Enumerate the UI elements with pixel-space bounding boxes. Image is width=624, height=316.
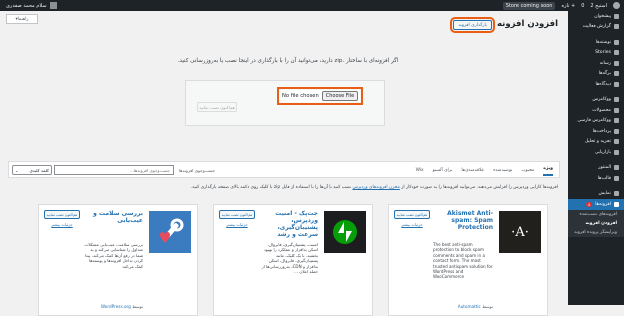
page-icon [614,71,619,77]
sidebar-item-posts[interactable]: نوشته‌ها [568,37,624,48]
plugin-description: The best anti-spam protection to block s… [433,242,493,280]
search-plugins-label: جست‌وجوی افزونه‌ها [179,167,216,173]
admin-bar-left[interactable]: سلام محمد صفدری [6,0,57,11]
main-content: راهنما ▾ افزودن افزونه بارگذاری افزونه اگ… [0,11,568,316]
chevron-down-icon: ▾ [15,16,18,22]
plugin-name-link[interactable]: جت‌پک - امنیت وردپرس، پشتیبان‌گیری، سرعت… [258,210,318,238]
upload-plugin-button[interactable]: بارگذاری افزونه [450,17,495,33]
help-tab-button[interactable]: راهنما ▾ [6,14,38,24]
plugin-updates-count-badge: 4 [585,201,593,207]
submenu-add-plugin[interactable]: افزودن افزونه [568,219,624,228]
file-input[interactable]: No file chosen Choose File [276,87,364,105]
tab-popular[interactable]: محبوب [521,168,534,173]
sidebar-item-products[interactable]: محصولات [568,105,624,116]
install-now-button[interactable]: هم‌اکنون نصب نمایید [44,210,80,219]
site-name-link[interactable]: استیج 2 [590,3,607,9]
install-now-button[interactable]: هم‌اکنون نصب نمایید [219,210,255,219]
plugin-description: بررسی سلامت، عیب‌یابی مشکلات متداول را ش… [84,242,143,269]
install-now-button[interactable]: هم‌اکنون نصب نمایید [197,102,237,112]
tab-favorites[interactable]: علاقه‌مندی‌ها [461,168,484,173]
jetpack-logo-icon [333,220,357,244]
dashboard-icon [614,13,619,19]
products-icon [614,107,619,113]
tab-wix[interactable]: Wix [416,168,424,173]
new-content-link[interactable]: + تازه [561,3,575,9]
sidebar-item-dashboard[interactable]: پیشخوان [568,11,624,22]
payments-icon [614,128,619,134]
sidebar-item-media[interactable]: رسانه [568,58,624,69]
choose-file-button[interactable]: Choose File [321,91,359,101]
plugin-search: کلمه کلیدی ⌄ جست‌وجوی افزونه‌ها [12,165,215,175]
sidebar-item-comments[interactable]: دیدگاه‌ها [568,79,624,90]
sidebar-item-woocommerce[interactable]: ووکامرس [568,95,624,106]
plugin-filter-tabs: ویژه محبوب توصیه‌شده علاقه‌مندی‌ها برای … [416,162,553,179]
sidebar-item-analytics[interactable]: تجزیه و تحلیل [568,137,624,148]
admin-bar: استیج 2 0 + تازه Store coming soon سلام … [0,0,624,11]
sidebar-item-stories[interactable]: Stories [568,48,624,59]
health-check-logo-icon [160,218,184,243]
sidebar-item-activity-report[interactable]: گزارش فعالیت [568,22,624,33]
submenu-plugin-file-editor[interactable]: ویرایشگر پرونده افزونه [568,228,624,237]
sidebar-item-appearance[interactable]: نمایش [568,189,624,200]
page-title: افزودن افزونه [496,19,558,29]
plugin-icon [614,201,619,207]
sidebar-item-elementor[interactable]: المنتور [568,163,624,174]
plugin-description: امنیت، پشتیبان‌گیری، فایروال، اسکن بدافز… [261,242,318,275]
stories-icon [614,50,619,56]
plugin-name-link[interactable]: بررسی سلامت و عیب‌یابی [83,210,143,224]
tab-recommended[interactable]: توصیه‌شده [493,168,512,173]
akismet-icon[interactable]: ·A· [499,211,541,253]
plugin-card-health-check: بررسی سلامت و عیب‌یابی هم‌اکنون نصب نمای… [38,204,198,316]
user-avatar [49,2,57,9]
plugin-actions: هم‌اکنون نصب نمایید جزئیات بیشتر [393,210,431,227]
tab-featured[interactable]: ویژه [543,166,553,176]
plugin-cards: ·A· Akismet Anti-spam: Spam Protection ه… [33,204,548,316]
submenu-installed-plugins[interactable]: افزونه‌های نصب‌شده [568,210,624,219]
plugins-submenu: افزونه‌های نصب‌شده افزودن افزونه ویرایشگ… [568,209,624,237]
activity-icon [614,24,619,30]
plugin-actions: هم‌اکنون نصب نمایید جزئیات بیشتر [43,210,81,227]
user-greeting: سلام محمد صفدری [6,2,47,9]
woocommerce-icon [614,97,619,103]
sidebar-item-templates[interactable]: قالب‌ها [568,173,624,184]
wrench-heart-icon[interactable] [149,211,191,253]
plugin-filter-bar: ویژه محبوب توصیه‌شده علاقه‌مندی‌ها برای … [8,161,560,178]
admin-bar-right: استیج 2 0 + تازه Store coming soon [502,0,620,11]
wordpress-logo-icon[interactable] [613,2,620,9]
analytics-icon [614,139,619,145]
plugin-card-jetpack: جت‌پک - امنیت وردپرس، پشتیبان‌گیری، سرعت… [213,204,373,316]
more-details-link[interactable]: جزئیات بیشتر [401,222,422,227]
plugin-actions: هم‌اکنون نصب نمایید جزئیات بیشتر [218,210,256,227]
pin-icon [614,39,619,45]
more-details-link[interactable]: جزئیات بیشتر [226,222,247,227]
install-now-button[interactable]: هم‌اکنون نصب نمایید [394,210,430,219]
sidebar-item-pages[interactable]: برگه‌ها [568,69,624,80]
sidebar-item-payments[interactable]: پرداخت‌ها [568,126,624,137]
plugin-directory-link[interactable]: مخزن افزونه‌های وردپرس [352,185,399,190]
sidebar-item-plugins[interactable]: افزونه‌ها 4 [568,199,624,210]
chevron-down-icon: ⌄ [15,167,19,173]
file-input-status: No file chosen [282,93,319,99]
elementor-icon [614,165,619,171]
comments-count[interactable]: 0 [581,3,584,9]
brush-icon [614,191,619,197]
jetpack-bolt-icon[interactable] [324,211,366,253]
store-status-badge[interactable]: Store coming soon [502,1,556,10]
more-details-link[interactable]: جزئیات بیشتر [51,222,72,227]
templates-icon [614,175,619,181]
plugin-name-link[interactable]: Akismet Anti-spam: Spam Protection [433,210,493,231]
tab-for-alsno[interactable]: برای آلسنو [433,168,453,173]
media-icon [614,60,619,66]
sidebar-item-marketing[interactable]: بازاریابی [568,147,624,158]
megaphone-icon [614,149,619,155]
plugin-card-akismet: ·A· Akismet Anti-spam: Spam Protection ه… [388,204,548,316]
search-plugins-input[interactable] [54,165,174,175]
sidebar-item-woocommerce-persian[interactable]: ووکامرس فارسی [568,116,624,127]
persian-woocommerce-icon [614,118,619,124]
admin-sidebar: پیشخوان گزارش فعالیت نوشته‌ها Stories رس… [568,11,624,305]
comment-icon [614,81,619,87]
upload-help-text: اگر افزونه‌ای با ساختار .zip دارید، می‌ت… [177,58,399,64]
plugins-info-text: افزونه‌ها کارایی وردپرس را افزایش می‌دهن… [190,185,558,190]
search-type-select[interactable]: کلمه کلیدی ⌄ [12,165,52,175]
